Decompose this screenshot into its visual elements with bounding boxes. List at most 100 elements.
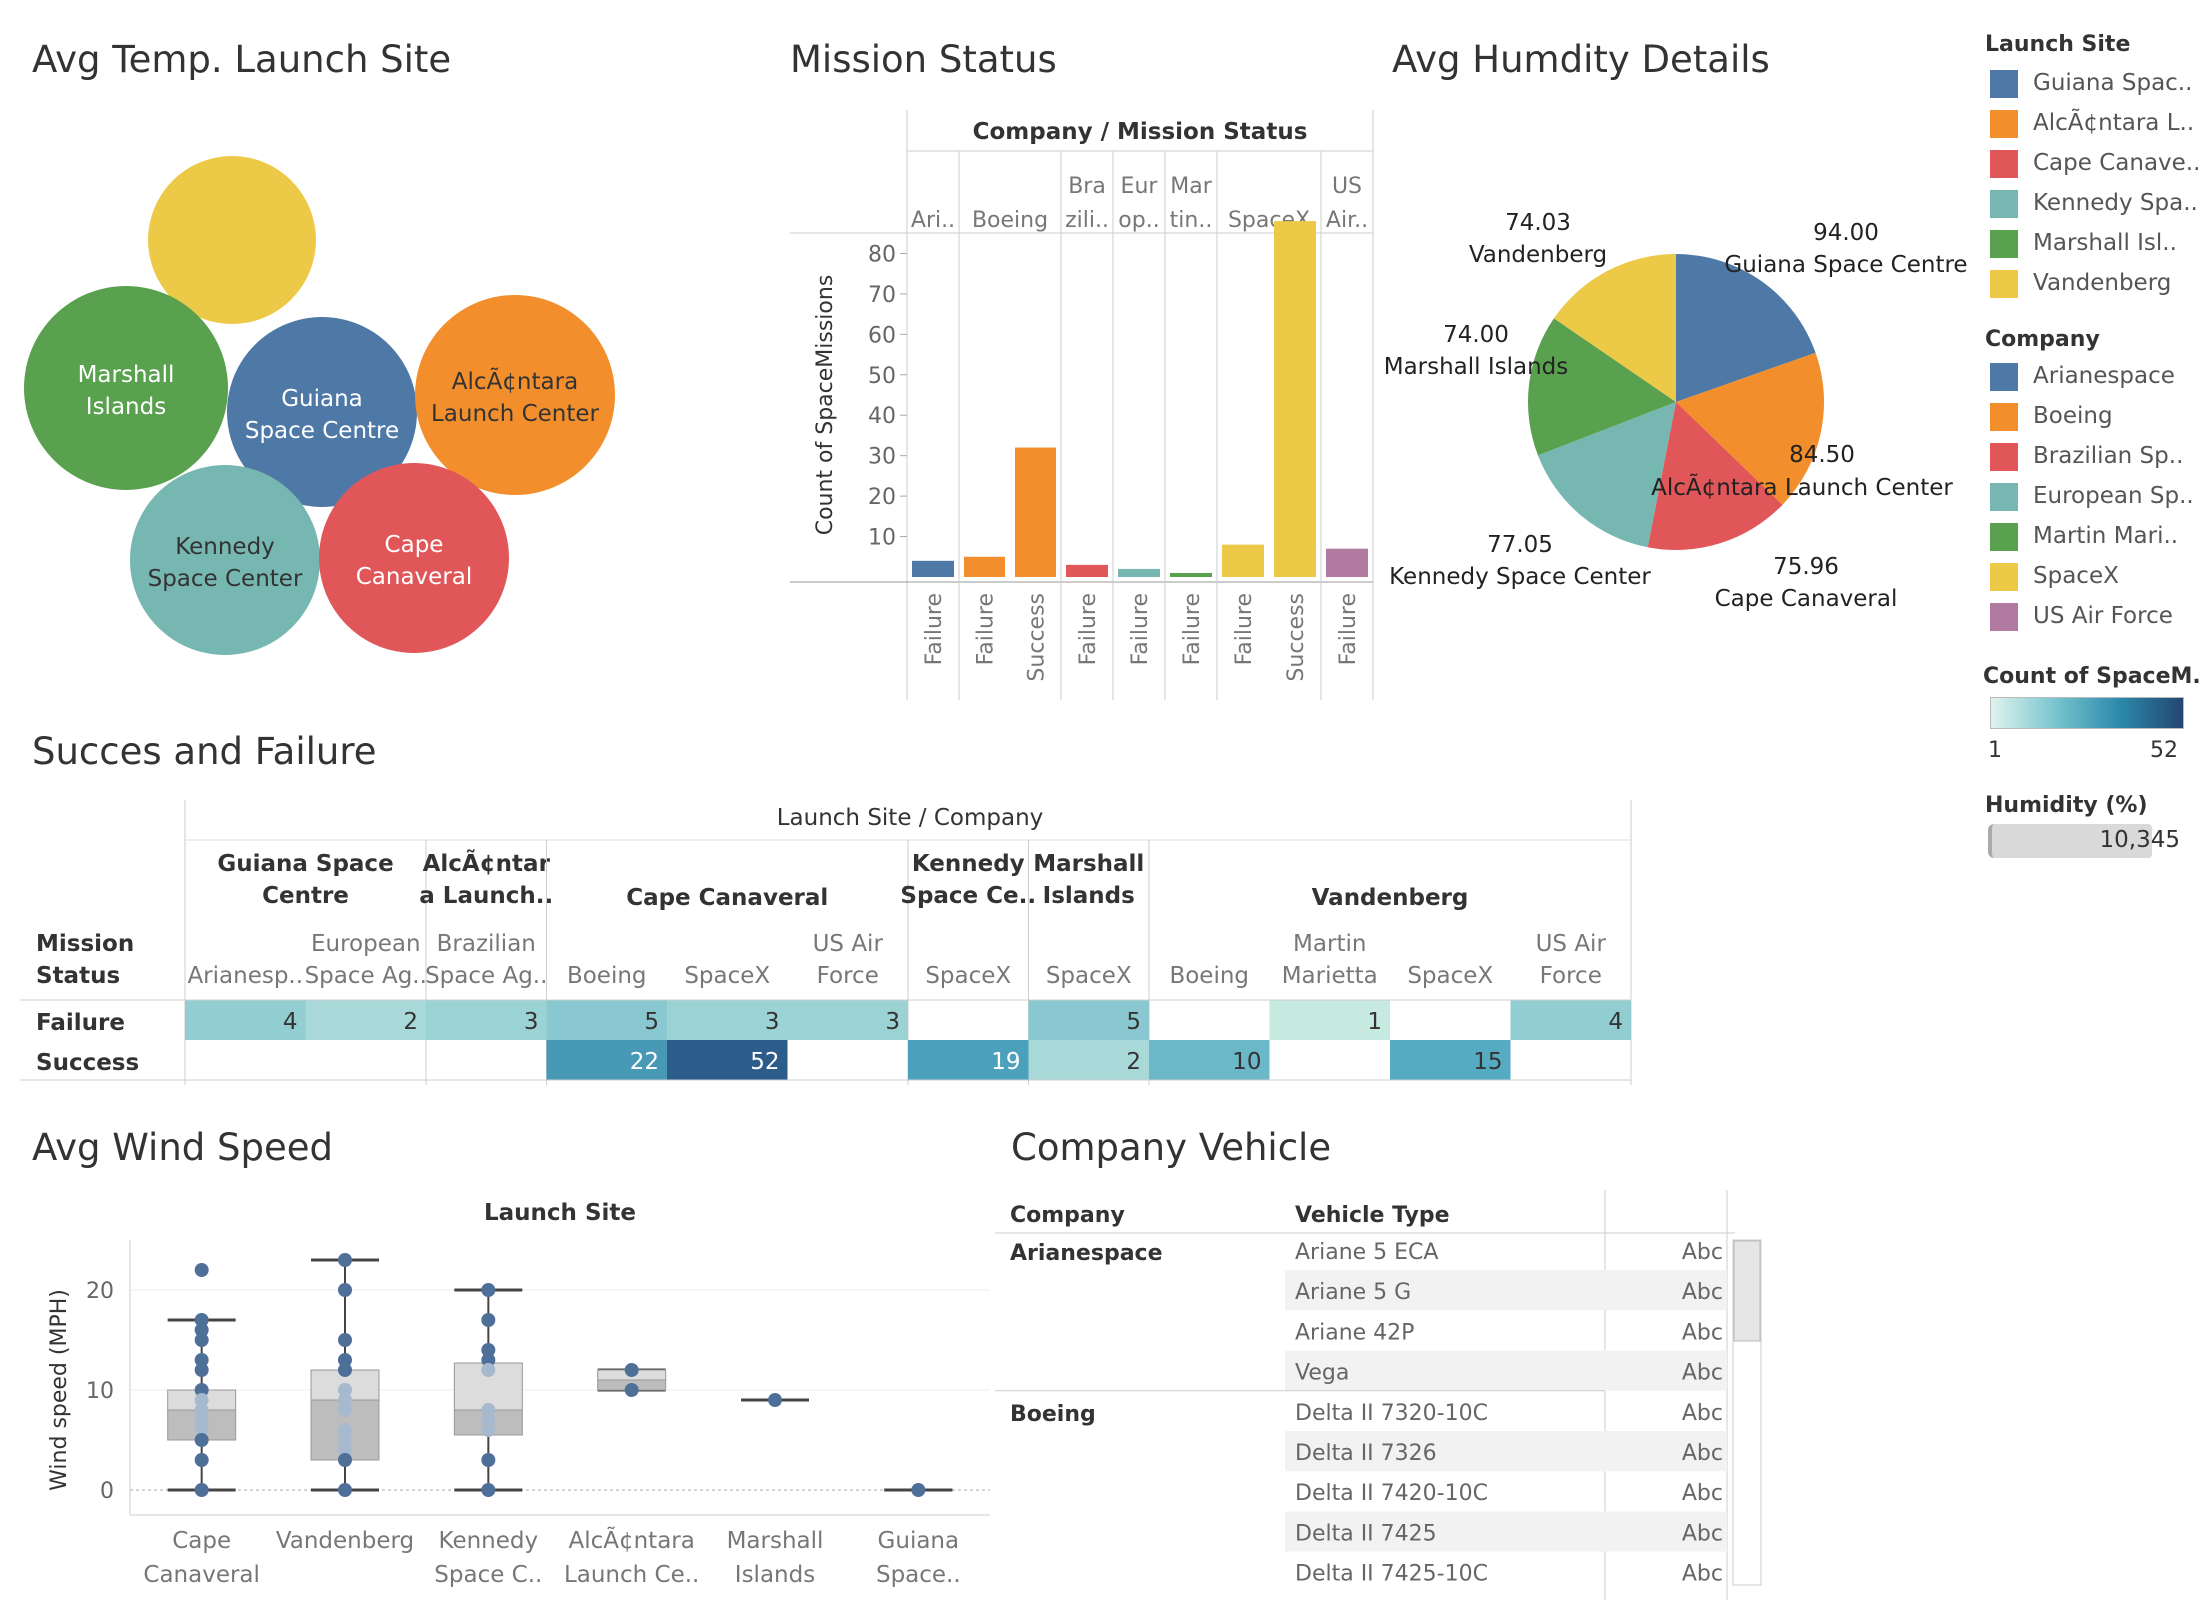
bubble-circle[interactable]: [319, 463, 509, 653]
bubble-label: Canaveral: [356, 564, 473, 590]
wind-point[interactable]: [338, 1253, 352, 1267]
wind-point[interactable]: [338, 1403, 352, 1417]
bubble-circle[interactable]: [130, 465, 320, 655]
wind-point[interactable]: [338, 1283, 352, 1297]
mission-status-title: Mission Status: [790, 38, 1057, 81]
mission-bar[interactable]: [912, 560, 954, 577]
bubble-1: Marshall Islands: [24, 286, 228, 490]
mission-y-tick: 80: [868, 242, 896, 267]
wind-point[interactable]: [481, 1313, 496, 1327]
company-legend-swatch: [1990, 483, 2018, 511]
bubble-circle[interactable]: [415, 295, 615, 495]
wind-point[interactable]: [911, 1483, 926, 1497]
wind-point[interactable]: [194, 1483, 209, 1497]
wind-point[interactable]: [481, 1483, 496, 1497]
wind-site-label: AlcÃ¢ntara: [568, 1526, 694, 1554]
mission-y-tick: 30: [868, 445, 896, 470]
table-site-label: Guiana Space: [217, 851, 393, 877]
wind-point[interactable]: [481, 1363, 496, 1377]
wind-speed-boxplot: Launch Site Wind speed (MPH) 0 10 20 Cape Cana…: [47, 1200, 990, 1588]
table-cell-value: 5: [1126, 1009, 1141, 1035]
bubble-chart: Marshall Islands Guiana Space Centre AlcÃ¢nt…: [24, 156, 615, 655]
bubble-circle[interactable]: [24, 286, 228, 490]
table-cell-value: 3: [524, 1009, 539, 1035]
vehicle-company: Boeing: [1010, 1402, 1096, 1427]
mission-bar[interactable]: [1170, 572, 1212, 577]
bubble-label: Launch Center: [431, 401, 600, 427]
company-legend-swatch: [1990, 603, 2018, 631]
wind-point[interactable]: [624, 1383, 639, 1397]
table-company-label: Martin: [1293, 931, 1366, 957]
wind-point[interactable]: [194, 1433, 209, 1447]
mission-company-label: Eur: [1121, 174, 1159, 199]
table-company-label: Arianesp..: [187, 963, 303, 989]
wind-point[interactable]: [481, 1453, 496, 1467]
launch-site-legend-title: Launch Site: [1985, 32, 2131, 57]
mission-bar[interactable]: [1118, 568, 1160, 577]
company-legend-swatch: [1990, 563, 2018, 591]
mission-y-tick: 40: [868, 404, 896, 429]
wind-point[interactable]: [338, 1483, 352, 1497]
site-legend-label: Guiana Spac..: [2033, 70, 2193, 96]
mission-bar[interactable]: [1274, 221, 1316, 577]
company-legend-swatch: [1990, 403, 2018, 431]
company-legend-label: Arianespace: [2033, 363, 2175, 389]
company-legend-label: Brazilian Sp..: [2033, 443, 2184, 469]
mission-bar[interactable]: [1066, 564, 1108, 577]
site-legend-label: Marshall Isl..: [2033, 230, 2177, 256]
wind-point[interactable]: [481, 1423, 496, 1437]
table-company-label: SpaceX: [1046, 963, 1132, 989]
wind-site-box: [741, 1393, 809, 1407]
mission-bar[interactable]: [1326, 548, 1368, 577]
table-cell-value: 3: [885, 1009, 900, 1035]
mission-bar[interactable]: [1222, 544, 1264, 577]
wind-y-axis-label: Wind speed (MPH): [47, 1289, 72, 1491]
wind-site-box: [597, 1363, 667, 1397]
mission-bar[interactable]: [964, 556, 1005, 577]
wind-point[interactable]: [194, 1363, 209, 1377]
wind-point[interactable]: [624, 1363, 639, 1377]
wind-point[interactable]: [338, 1333, 352, 1347]
vehicle-type: Delta II 7425: [1295, 1521, 1437, 1546]
wind-point[interactable]: [481, 1283, 496, 1297]
mission-company-label: zili..: [1065, 208, 1109, 233]
vehicle-type: Ariane 5 ECA: [1295, 1240, 1438, 1265]
vehicle-type: Ariane 42P: [1295, 1320, 1414, 1345]
wind-point[interactable]: [338, 1363, 352, 1377]
site-legend-label: Kennedy Spa..: [2033, 190, 2198, 216]
table-site-label: Kennedy: [912, 851, 1025, 877]
table-site-label: a Launch..: [419, 883, 553, 909]
wind-site-box: [167, 1263, 237, 1497]
site-legend-swatch: [1990, 190, 2018, 218]
vehicle-row-band: [1285, 1350, 1727, 1391]
table-cell-value: 2: [1126, 1049, 1141, 1075]
company-legend-swatch: [1990, 443, 2018, 471]
vehicle-cell: Abc: [1682, 1240, 1723, 1265]
mission-status-chart: Company / Mission Status Count of SpaceMi…: [790, 110, 1374, 700]
mission-y-tick: 60: [868, 323, 896, 348]
mission-status-label: Failure: [1076, 593, 1101, 665]
wind-point[interactable]: [338, 1453, 352, 1467]
wind-point[interactable]: [194, 1453, 209, 1467]
table-company-label: Space Ag..: [305, 963, 427, 989]
wind-point[interactable]: [768, 1393, 782, 1407]
site-legend-label: Vandenberg: [2033, 270, 2172, 296]
bubble-3: AlcÃ¢ntara Launch Center: [415, 295, 615, 495]
mission-company-label: US: [1332, 174, 1362, 199]
vehicle-scrollbar-thumb[interactable]: [1733, 1240, 1761, 1342]
wind-y-tick: 0: [100, 1479, 114, 1504]
wind-point[interactable]: [194, 1333, 209, 1347]
company-legend-swatch: [1990, 523, 2018, 551]
vehicle-company: Arianespace: [1010, 1241, 1163, 1266]
wind-y-tick: 10: [86, 1379, 114, 1404]
company-legend-swatch: [1990, 363, 2018, 391]
bubble-label: Space Centre: [245, 418, 399, 444]
vehicle-cell: Abc: [1682, 1481, 1723, 1506]
wind-site-label: Islands: [735, 1562, 815, 1588]
mission-bar[interactable]: [1015, 447, 1056, 577]
mission-status-label: Failure: [1232, 593, 1257, 665]
wind-point[interactable]: [194, 1263, 209, 1277]
vehicle-cell: Abc: [1682, 1280, 1723, 1305]
mission-status-label: Failure: [974, 593, 999, 665]
table-company-label: Brazilian: [437, 931, 536, 957]
